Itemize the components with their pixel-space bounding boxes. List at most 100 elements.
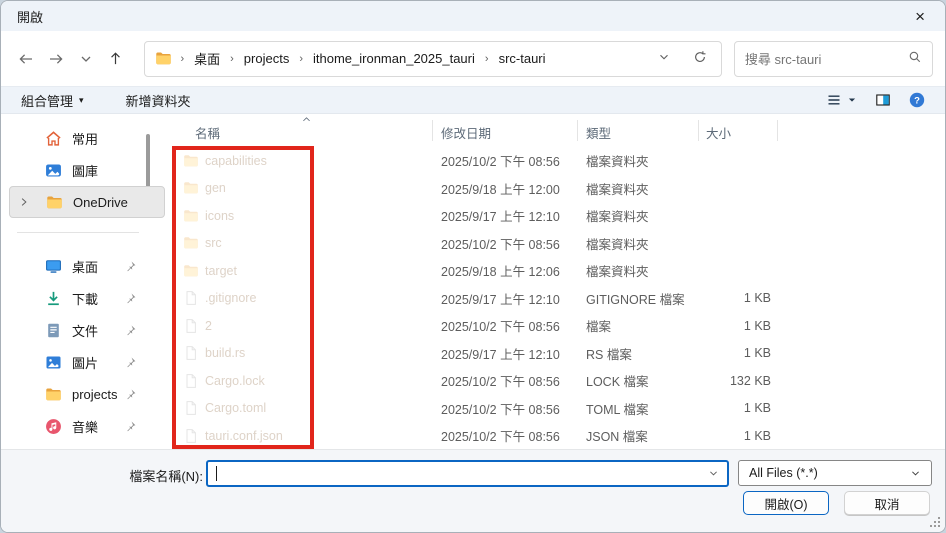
folder-icon <box>46 194 63 211</box>
sidebar-item-label: 常用 <box>72 131 99 147</box>
file-row[interactable]: Cargo.lock 2025/10/2 下午 08:56 LOCK 檔案 132 K… <box>173 367 945 395</box>
organize-menu-button[interactable]: 組合管理 ▾ <box>21 91 84 110</box>
file-type: 檔案資料夾 <box>586 210 649 225</box>
file-size: 1 KB <box>743 318 771 333</box>
file-name: src <box>205 236 222 251</box>
file-name: Cargo.toml <box>205 401 267 416</box>
sidebar-item-音樂[interactable]: 音樂 <box>9 410 165 442</box>
file-row[interactable]: build.rs 2025/9/17 上午 12:10 RS 檔案 1 KB <box>173 340 945 368</box>
file-type: 檔案資料夾 <box>586 182 649 197</box>
new-folder-button[interactable]: 新增資料夾 <box>126 91 191 110</box>
breadcrumb-item[interactable]: ithome_ironman_2025_tauri <box>311 51 477 66</box>
document-icon <box>45 322 62 339</box>
file-date-modified: 2025/9/18 上午 12:06 <box>441 265 560 280</box>
file-type: 檔案資料夾 <box>586 265 649 280</box>
pictures-icon <box>45 354 62 371</box>
breadcrumb[interactable]: › 桌面 › projects › ithome_ironman_2025_tauri › s… <box>144 40 722 77</box>
pin-icon <box>124 292 137 305</box>
file-size: 1 KB <box>743 346 771 361</box>
file-type: 檔案資料夾 <box>586 237 649 252</box>
music-icon <box>45 418 62 435</box>
sidebar-item-下載[interactable]: 下載 <box>9 282 165 314</box>
forward-icon[interactable] <box>41 44 71 74</box>
filename-dropdown-chevron-icon[interactable] <box>708 468 719 479</box>
file-icon <box>183 345 199 361</box>
up-icon[interactable] <box>101 44 131 74</box>
sidebar-item-桌面[interactable]: 桌面 <box>9 250 165 282</box>
gallery-icon <box>45 162 62 179</box>
resize-grip[interactable] <box>930 517 940 527</box>
command-bar: 組合管理 ▾ 新增資料夾 ? <box>1 86 945 114</box>
file-row[interactable]: gen 2025/9/18 上午 12:00 檔案資料夾 <box>173 175 945 203</box>
open-button[interactable]: 開啟(O) <box>743 491 829 515</box>
file-date-modified: 2025/9/17 上午 12:10 <box>441 347 560 362</box>
home-icon <box>45 130 62 147</box>
column-header-name[interactable]: 名稱 <box>195 123 220 142</box>
close-icon[interactable]: × <box>911 8 929 25</box>
file-row[interactable]: .gitignore 2025/9/17 上午 12:10 GITIGNORE 檔案… <box>173 285 945 313</box>
sidebar-item-文件[interactable]: 文件 <box>9 314 165 346</box>
column-header-date[interactable]: 修改日期 <box>441 123 491 142</box>
dialog-body: 常用圖庫 OneDrive 桌面下載文件圖片 projects 音樂 名稱 修改日期 類… <box>1 114 945 451</box>
file-name: icons <box>205 208 235 223</box>
file-rows: capabilities 2025/10/2 下午 08:56 檔案資料夾 gen 20… <box>173 147 945 450</box>
breadcrumb-item[interactable]: src-tauri <box>497 51 548 66</box>
search-placeholder: 搜尋 src-tauri <box>744 52 822 67</box>
sidebar-item-OneDrive[interactable]: OneDrive <box>9 186 165 218</box>
column-header-type[interactable]: 類型 <box>586 123 611 142</box>
file-name: target <box>205 263 237 278</box>
sidebar-item-label: 音樂 <box>72 419 99 435</box>
file-name: tauri.conf.json <box>205 428 283 443</box>
file-row[interactable]: Cargo.toml 2025/10/2 下午 08:56 TOML 檔案 1 KB <box>173 395 945 423</box>
file-row[interactable]: icons 2025/9/17 上午 12:10 檔案資料夾 <box>173 202 945 230</box>
file-type: 檔案資料夾 <box>586 155 649 170</box>
file-row[interactable]: capabilities 2025/10/2 下午 08:56 檔案資料夾 <box>173 147 945 175</box>
file-size: 132 KB <box>729 373 771 388</box>
cancel-button[interactable]: 取消 <box>844 491 930 515</box>
chevron-down-icon: ▾ <box>79 94 84 105</box>
svg-text:?: ? <box>914 95 920 106</box>
file-icon <box>183 290 199 306</box>
file-row[interactable]: src 2025/10/2 下午 08:56 檔案資料夾 <box>173 230 945 258</box>
file-name: Cargo.lock <box>205 373 265 388</box>
filetype-value: All Files (*.*) <box>749 466 818 480</box>
back-icon[interactable] <box>11 44 41 74</box>
sidebar-item-label: 圖片 <box>72 355 99 371</box>
breadcrumb-item[interactable]: projects <box>242 51 292 66</box>
file-row[interactable]: target 2025/9/18 上午 12:06 檔案資料夾 <box>173 257 945 285</box>
chevron-right-icon[interactable] <box>18 196 30 208</box>
filetype-select[interactable]: All Files (*.*) <box>738 460 932 486</box>
preview-pane-button[interactable] <box>875 92 891 108</box>
sidebar-item-label: 文件 <box>72 323 99 339</box>
file-date-modified: 2025/9/17 上午 12:10 <box>441 292 560 307</box>
sidebar-item-圖庫[interactable]: 圖庫 <box>9 154 165 186</box>
breadcrumb-separator: › <box>299 52 303 65</box>
recent-locations-chevron-icon[interactable] <box>71 44 101 74</box>
file-row[interactable]: tauri.conf.json 2025/10/2 下午 08:56 JSON 檔案… <box>173 422 945 450</box>
breadcrumb-item[interactable]: 桌面 <box>192 49 222 68</box>
column-header-size[interactable]: 大小 <box>706 123 731 142</box>
change-view-button[interactable] <box>826 92 857 108</box>
breadcrumb-separator: › <box>230 52 234 65</box>
sidebar-item-projects[interactable]: projects <box>9 378 165 410</box>
sidebar-item-圖片[interactable]: 圖片 <box>9 346 165 378</box>
search-input[interactable]: 搜尋 src-tauri <box>733 40 933 77</box>
folder-icon <box>45 386 62 403</box>
filename-input[interactable] <box>206 460 729 487</box>
file-row[interactable]: 2 2025/10/2 下午 08:56 檔案 1 KB <box>173 312 945 340</box>
file-date-modified: 2025/9/18 上午 12:00 <box>441 182 560 197</box>
file-type: LOCK 檔案 <box>586 375 649 390</box>
sidebar-item-常用[interactable]: 常用 <box>9 122 165 154</box>
dialog-title: 開啟 <box>17 9 44 25</box>
navigation-pane: 常用圖庫 OneDrive 桌面下載文件圖片 projects 音樂 <box>1 114 173 451</box>
sidebar-item-label: projects <box>72 386 118 402</box>
sidebar-divider <box>17 232 139 233</box>
filename-label: 檔案名稱(N): <box>129 469 203 484</box>
file-type: RS 檔案 <box>586 347 632 362</box>
search-icon <box>908 50 922 67</box>
folder-icon <box>155 50 172 67</box>
address-dropdown-chevron-icon[interactable] <box>657 50 671 67</box>
sidebar-item-label: 桌面 <box>72 259 99 275</box>
refresh-icon[interactable] <box>693 50 707 67</box>
help-icon[interactable]: ? <box>909 92 925 108</box>
